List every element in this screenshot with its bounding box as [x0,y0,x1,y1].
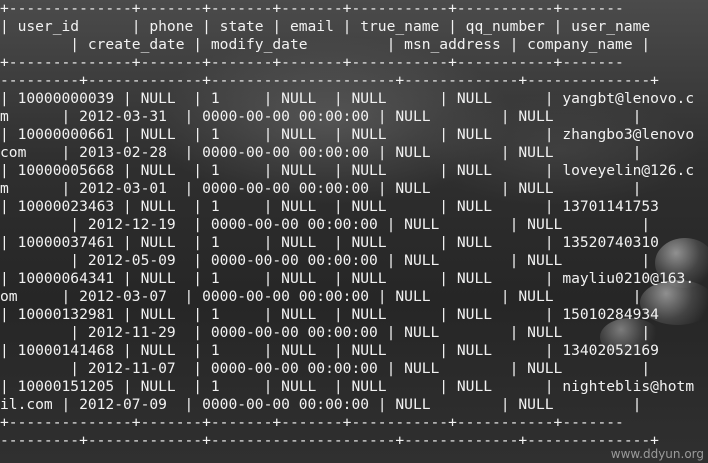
terminal-line: | 10000132981 | NULL | 1 | NULL | NULL |… [0,306,659,323]
terminal-line: | 2012-05-09 | 0000-00-00 00:00:00 | NUL… [0,252,651,269]
terminal-line: | 10000064341 | NULL | 1 | NULL | NULL |… [0,270,695,287]
terminal-line: +--------------+-------+-------+-------+… [0,414,624,431]
terminal-line: +--------------+-------+-------+-------+… [0,0,624,17]
terminal-line: | 2012-11-07 | 0000-00-00 00:00:00 | NUL… [0,360,651,377]
terminal-line: | 2012-12-19 | 0000-00-00 00:00:00 | NUL… [0,216,651,233]
terminal-line: | create_date | modify_date | msn_addres… [0,36,651,53]
watermark-text: www.ddyun.org [610,447,704,461]
terminal-line: | 2012-11-29 | 0000-00-00 00:00:00 | NUL… [0,324,651,341]
terminal-line: | 10000005668 | NULL | 1 | NULL | NULL |… [0,162,695,179]
terminal-line: ---------+-------------+----------------… [0,72,659,89]
terminal-line: il.com | 2012-07-09 | 0000-00-00 00:00:0… [0,396,642,413]
terminal-line: | 10000141468 | NULL | 1 | NULL | NULL |… [0,342,659,359]
terminal-line: | 10000023463 | NULL | 1 | NULL | NULL |… [0,198,659,215]
terminal-output[interactable]: +--------------+-------+-------+-------+… [0,0,694,450]
terminal-line: ---------+-------------+----------------… [0,432,659,449]
terminal-line: | 10000000661 | NULL | 1 | NULL | NULL |… [0,126,695,143]
terminal-line: | 10000037461 | NULL | 1 | NULL | NULL |… [0,234,659,251]
terminal-line: | 10000000039 | NULL | 1 | NULL | NULL |… [0,90,695,107]
terminal-line: | 10000151205 | NULL | 1 | NULL | NULL |… [0,378,695,395]
terminal-line: | user_id | phone | state | email | true… [0,18,651,35]
terminal-line: m | 2012-03-31 | 0000-00-00 00:00:00 | N… [0,108,642,125]
terminal-line: com | 2013-02-28 | 0000-00-00 00:00:00 |… [0,144,642,161]
terminal-line: om | 2012-03-07 | 0000-00-00 00:00:00 | … [0,288,642,305]
terminal-line: +--------------+-------+-------+-------+… [0,54,624,71]
terminal-line: m | 2012-03-01 | 0000-00-00 00:00:00 | N… [0,180,642,197]
